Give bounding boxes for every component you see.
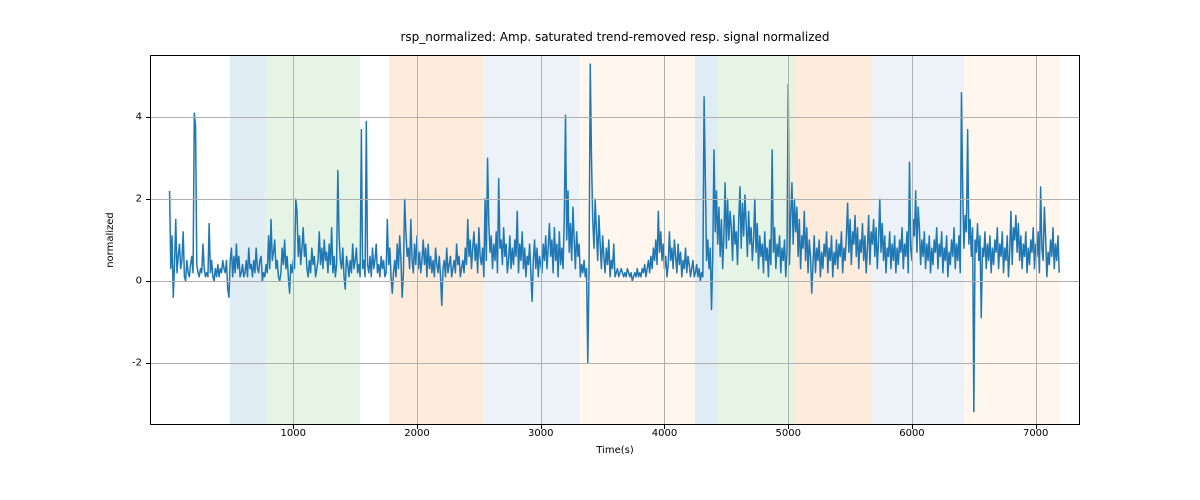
- plot-area: [150, 55, 1080, 425]
- y-axis-label: normalized: [105, 55, 121, 425]
- gridline-vertical: [541, 56, 542, 424]
- xtick-mark: [293, 425, 294, 429]
- xtick-label: 6000: [887, 428, 937, 439]
- gridline-horizontal: [151, 281, 1079, 282]
- gridline-vertical: [417, 56, 418, 424]
- xtick-mark: [417, 425, 418, 429]
- signal-line: [151, 56, 1079, 424]
- gridline-horizontal: [151, 363, 1079, 364]
- xtick-mark: [912, 425, 913, 429]
- ytick-label: 2: [102, 194, 142, 205]
- ytick-label: -2: [102, 357, 142, 368]
- gridline-vertical: [664, 56, 665, 424]
- ytick-mark: [146, 199, 150, 200]
- gridline-vertical: [293, 56, 294, 424]
- xtick-mark: [541, 425, 542, 429]
- gridline-horizontal: [151, 199, 1079, 200]
- ytick-mark: [146, 363, 150, 364]
- xtick-label: 7000: [1011, 428, 1061, 439]
- ytick-label: 4: [102, 112, 142, 123]
- x-axis-label: Time(s): [150, 445, 1080, 456]
- xtick-mark: [1036, 425, 1037, 429]
- gridline-vertical: [1036, 56, 1037, 424]
- xtick-mark: [664, 425, 665, 429]
- figure: rsp_normalized: Amp. saturated trend-rem…: [0, 0, 1200, 500]
- chart-title: rsp_normalized: Amp. saturated trend-rem…: [150, 30, 1080, 44]
- gridline-vertical: [788, 56, 789, 424]
- gridline-horizontal: [151, 117, 1079, 118]
- ytick-mark: [146, 281, 150, 282]
- xtick-label: 3000: [516, 428, 566, 439]
- xtick-label: 2000: [392, 428, 442, 439]
- xtick-mark: [788, 425, 789, 429]
- gridline-vertical: [912, 56, 913, 424]
- xtick-label: 4000: [639, 428, 689, 439]
- ytick-label: 0: [102, 275, 142, 286]
- xtick-label: 1000: [268, 428, 318, 439]
- xtick-label: 5000: [763, 428, 813, 439]
- ytick-mark: [146, 117, 150, 118]
